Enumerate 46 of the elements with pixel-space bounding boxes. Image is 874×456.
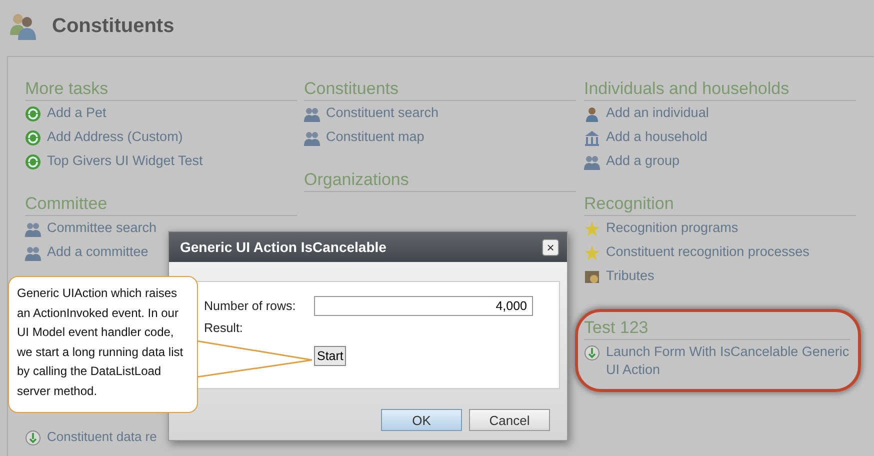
people-icon xyxy=(8,11,38,41)
people-icon xyxy=(25,221,41,237)
section-heading: Individuals and households xyxy=(584,79,856,101)
section-heading: Recognition xyxy=(584,194,856,216)
rows-field[interactable]: 4,000 xyxy=(314,296,533,316)
close-button[interactable]: × xyxy=(542,238,559,256)
task-link[interactable]: Constituent search xyxy=(326,104,439,122)
task-link[interactable]: Add a Pet xyxy=(47,104,106,122)
building-icon xyxy=(584,130,600,146)
people-icon xyxy=(584,154,600,170)
page-title: Constituents xyxy=(52,14,174,38)
refresh-icon xyxy=(25,154,41,170)
section-heading: Committee xyxy=(25,194,297,216)
dialog-button[interactable]: OK xyxy=(381,409,462,431)
callout: Generic UIAction which raises an ActionInvoked event. In our UI Model event handler code, we start a long running data list by calling the DataListLoad server method. xyxy=(8,276,198,413)
star-icon xyxy=(584,245,600,261)
task-link[interactable]: Add an individual xyxy=(606,104,709,122)
people-icon xyxy=(304,130,320,146)
dialog-title: Generic UI Action IsCancelable xyxy=(180,239,386,255)
section-heading: Constituents xyxy=(304,79,576,101)
task-link[interactable]: Launch Form With IsCancelable Generic UI Action xyxy=(606,343,850,379)
task-link[interactable]: Recognition programs xyxy=(606,219,738,237)
dialog-button[interactable]: Cancel xyxy=(469,409,550,431)
task-link[interactable]: Constituent data re xyxy=(47,428,157,446)
field-label: Number of rows: xyxy=(204,299,297,313)
task-link[interactable]: Constituent map xyxy=(326,128,424,146)
start-button[interactable]: Start xyxy=(314,346,346,366)
task-link[interactable]: Add a household xyxy=(606,128,708,146)
task-link[interactable]: Top Givers UI Widget Test xyxy=(47,152,203,170)
frame-icon xyxy=(584,269,600,285)
people-icon xyxy=(304,106,320,122)
person-icon xyxy=(584,106,600,122)
refresh-icon xyxy=(25,130,41,146)
refresh-icon xyxy=(25,106,41,122)
star-icon xyxy=(584,221,600,237)
section-heading: More tasks xyxy=(25,79,297,101)
result-label: Result: xyxy=(204,321,244,335)
task-link[interactable]: Add a committee xyxy=(47,243,148,261)
task-link[interactable]: Committee search xyxy=(47,219,157,237)
task-link[interactable]: Add Address (Custom) xyxy=(47,128,183,146)
task-link[interactable]: Tributes xyxy=(606,267,654,285)
people-icon xyxy=(25,245,41,261)
section-heading: Test 123 xyxy=(584,318,850,340)
section-heading: Organizations xyxy=(304,170,576,192)
task-link[interactable]: Add a group xyxy=(606,152,680,170)
task-link[interactable]: Constituent recognition processes xyxy=(606,243,810,261)
